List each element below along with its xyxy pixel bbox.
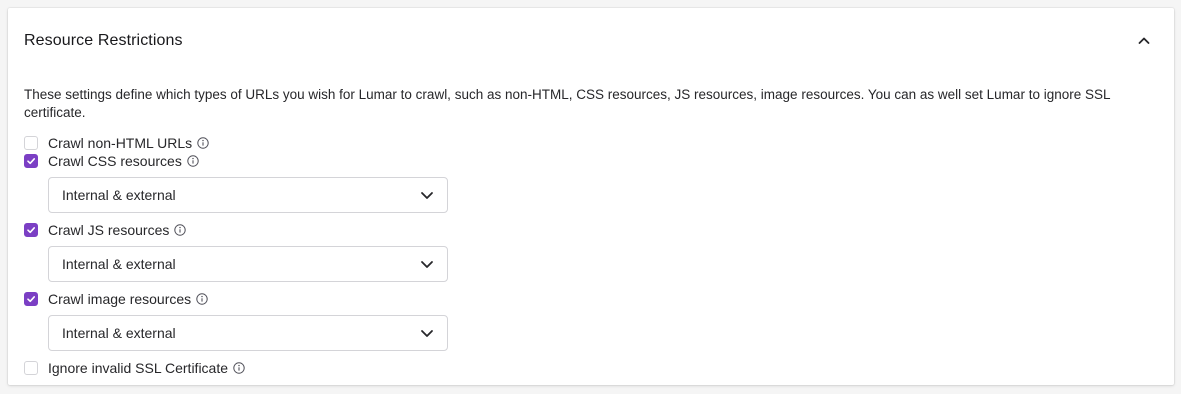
- info-icon[interactable]: [233, 361, 245, 374]
- checkmark-icon: [27, 226, 35, 233]
- option-crawl-non-html[interactable]: Crawl non-HTML URLs: [24, 134, 1158, 151]
- info-icon[interactable]: [187, 154, 199, 167]
- panel-body: These settings define which types of URL…: [24, 86, 1158, 376]
- images-scope-value: Internal & external: [62, 325, 176, 341]
- info-icon[interactable]: [197, 136, 209, 149]
- images-label: Crawl image resources: [48, 290, 192, 307]
- collapse-button[interactable]: [1130, 27, 1158, 55]
- js-scope-select[interactable]: Internal & external: [48, 246, 448, 282]
- option-crawl-js[interactable]: Crawl JS resources: [24, 221, 1158, 238]
- resource-restrictions-panel: Resource Restrictions These settings def…: [8, 8, 1174, 385]
- chevron-down-icon: [421, 261, 433, 268]
- non-html-checkbox[interactable]: [24, 135, 38, 150]
- css-scope-value: Internal & external: [62, 187, 176, 203]
- panel-header[interactable]: Resource Restrictions: [8, 8, 1174, 74]
- checkmark-icon: [27, 295, 35, 302]
- panel-title: Resource Restrictions: [24, 32, 183, 49]
- js-label: Crawl JS resources: [48, 221, 170, 238]
- chevron-down-icon: [421, 192, 433, 199]
- info-icon[interactable]: [196, 292, 208, 305]
- css-scope-select[interactable]: Internal & external: [48, 177, 448, 213]
- js-checkbox[interactable]: [24, 222, 38, 237]
- info-icon[interactable]: [174, 223, 187, 236]
- images-scope-select[interactable]: Internal & external: [48, 315, 448, 351]
- option-crawl-css[interactable]: Crawl CSS resources: [24, 152, 1158, 169]
- ssl-label: Ignore invalid SSL Certificate: [48, 359, 229, 376]
- chevron-up-icon: [1138, 37, 1150, 44]
- css-label: Crawl CSS resources: [48, 152, 182, 169]
- option-crawl-images[interactable]: Crawl image resources: [24, 290, 1158, 307]
- css-checkbox[interactable]: [24, 153, 38, 168]
- images-checkbox[interactable]: [24, 291, 38, 306]
- option-ignore-ssl[interactable]: Ignore invalid SSL Certificate: [24, 359, 1158, 376]
- non-html-label: Crawl non-HTML URLs: [48, 134, 193, 151]
- js-scope-value: Internal & external: [62, 256, 176, 272]
- checkmark-icon: [27, 157, 35, 164]
- section-description: These settings define which types of URL…: [24, 87, 1110, 120]
- ssl-checkbox[interactable]: [24, 360, 38, 375]
- chevron-down-icon: [421, 330, 433, 337]
